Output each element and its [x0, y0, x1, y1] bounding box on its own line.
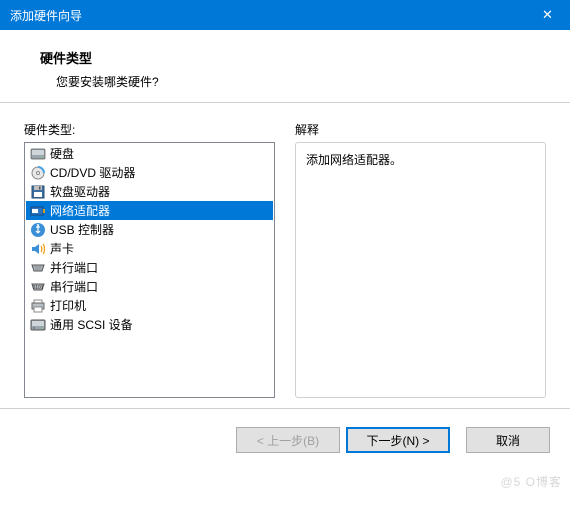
explanation-label: 解释: [295, 121, 546, 138]
list-item[interactable]: 0101 串行端口: [26, 277, 273, 296]
hard-disk-icon: [29, 145, 47, 162]
hardware-type-panel: 硬件类型: 硬盘 CD/DVD 驱动器软盘驱动器网络适配器 USB 控制器声卡并行端…: [24, 121, 275, 398]
list-item[interactable]: 硬盘: [26, 144, 273, 163]
list-item-label: 硬盘: [50, 145, 74, 162]
list-item-label: 声卡: [50, 240, 74, 257]
header-subtitle: 您要安装哪类硬件?: [56, 73, 540, 90]
hardware-type-list[interactable]: 硬盘 CD/DVD 驱动器软盘驱动器网络适配器 USB 控制器声卡并行端口 0101 串…: [24, 142, 275, 398]
titlebar: 添加硬件向导 ✕: [0, 0, 570, 30]
list-item[interactable]: 打印机: [26, 296, 273, 315]
list-item[interactable]: 通用 SCSI 设备: [26, 315, 273, 334]
watermark: @5 O博客: [500, 473, 562, 490]
header-title: 硬件类型: [40, 48, 540, 67]
list-item-label: 通用 SCSI 设备: [50, 316, 133, 333]
printer-icon: [29, 297, 47, 314]
svg-text:0101: 0101: [32, 285, 43, 291]
titlebar-text: 添加硬件向导: [10, 7, 525, 24]
parallel-port-icon: [29, 259, 47, 276]
usb-controller-icon: [29, 221, 47, 238]
footer-buttons: < 上一步(B) 下一步(N) > 取消: [0, 409, 570, 471]
hardware-type-label: 硬件类型:: [24, 121, 275, 138]
explanation-panel: 解释 添加网络适配器。: [295, 121, 546, 398]
list-item[interactable]: 网络适配器: [26, 201, 273, 220]
list-item[interactable]: 并行端口: [26, 258, 273, 277]
list-item-label: 软盘驱动器: [50, 183, 110, 200]
wizard-header: 硬件类型 您要安装哪类硬件?: [0, 30, 570, 103]
sound-card-icon: [29, 240, 47, 257]
cancel-button[interactable]: 取消: [466, 427, 550, 453]
serial-port-icon: 0101: [29, 278, 47, 295]
content-area: 硬件类型: 硬盘 CD/DVD 驱动器软盘驱动器网络适配器 USB 控制器声卡并行端…: [0, 103, 570, 408]
list-item-label: 并行端口: [50, 259, 98, 276]
network-adapter-icon: [29, 202, 47, 219]
list-item[interactable]: 声卡: [26, 239, 273, 258]
floppy-drive-icon: [29, 183, 47, 200]
next-button[interactable]: 下一步(N) >: [346, 427, 450, 453]
explanation-box: 添加网络适配器。: [295, 142, 546, 398]
list-item[interactable]: CD/DVD 驱动器: [26, 163, 273, 182]
list-item[interactable]: USB 控制器: [26, 220, 273, 239]
list-item-label: 打印机: [50, 297, 86, 314]
cd-drive-icon: [29, 164, 47, 181]
back-button[interactable]: < 上一步(B): [236, 427, 340, 453]
list-item-label: 串行端口: [50, 278, 98, 295]
list-item-label: 网络适配器: [50, 202, 110, 219]
list-item-label: USB 控制器: [50, 221, 114, 238]
scsi-device-icon: [29, 316, 47, 333]
close-icon: ✕: [542, 7, 553, 23]
close-button[interactable]: ✕: [525, 0, 570, 30]
list-item-label: CD/DVD 驱动器: [50, 164, 135, 181]
explanation-text: 添加网络适配器。: [306, 153, 402, 167]
list-item[interactable]: 软盘驱动器: [26, 182, 273, 201]
